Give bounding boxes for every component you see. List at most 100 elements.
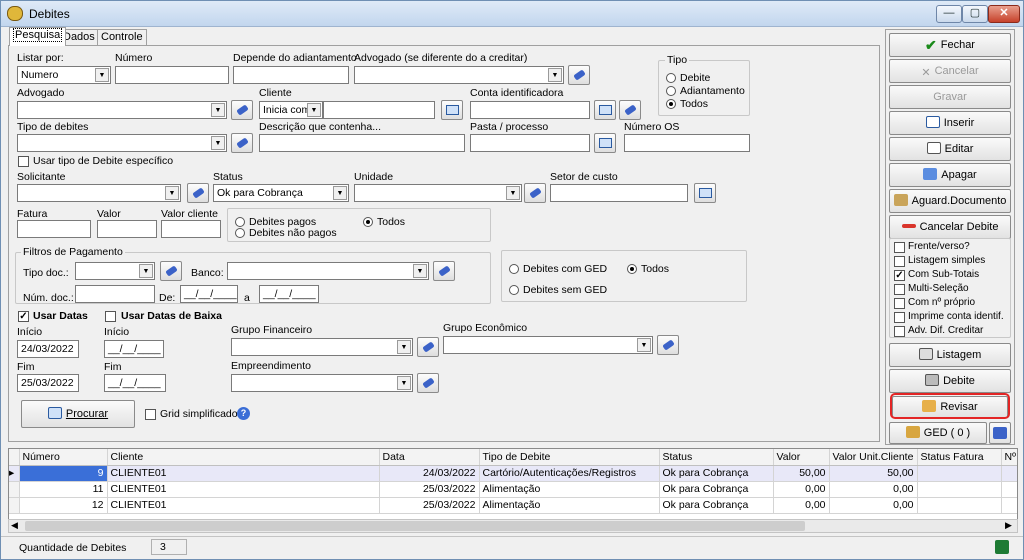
adv-dif-checkbox[interactable]	[894, 326, 905, 337]
cliente-input[interactable]	[323, 101, 435, 119]
ged-button[interactable]: GED ( 0 )	[889, 422, 987, 444]
scroll-thumb[interactable]	[25, 521, 805, 531]
nao-pagos-radio[interactable]	[235, 228, 245, 238]
procurar-button[interactable]: Procurar	[21, 400, 135, 428]
col-valor[interactable]: Valor	[773, 449, 830, 466]
data-a-input[interactable]: __/__/____	[259, 285, 319, 303]
descricao-input[interactable]	[259, 134, 465, 152]
depende-input[interactable]	[233, 66, 349, 84]
col-n[interactable]: Nº	[1001, 449, 1017, 466]
imprime-conta-checkbox[interactable]	[894, 312, 905, 323]
sem-ged-radio[interactable]	[509, 285, 519, 295]
advogado-select[interactable]: ▼	[17, 101, 227, 119]
multi-selecao-checkbox[interactable]	[894, 284, 905, 295]
usar-datas-checkbox[interactable]: ✓	[18, 311, 29, 322]
table-row[interactable]: 11 CLIENTE01 25/03/2022 Alimentação Ok p…	[9, 481, 1017, 498]
close-button[interactable]: ✕	[988, 5, 1020, 23]
col-status-fatura[interactable]: Status Fatura	[917, 449, 1002, 466]
ged-todos-radio[interactable]	[627, 264, 637, 274]
banco-select[interactable]: ▼	[227, 262, 429, 280]
apagar-button[interactable]: Apagar	[889, 163, 1011, 187]
print-icon[interactable]	[989, 422, 1011, 444]
usar-baixa-checkbox[interactable]	[105, 311, 116, 322]
tipo-debite-radio[interactable]	[666, 73, 676, 83]
horizontal-scrollbar[interactable]: ◀ ▶	[8, 519, 1018, 533]
fechar-button[interactable]: ✔ Fechar	[889, 33, 1011, 57]
eraser-icon[interactable]	[231, 100, 253, 120]
eraser-icon[interactable]	[524, 183, 546, 203]
col-numero[interactable]: Número	[19, 449, 108, 466]
col-tipo[interactable]: Tipo de Debite	[479, 449, 660, 466]
help-icon[interactable]: ?	[237, 407, 250, 420]
aguard-documento-button[interactable]: Aguard.Documento	[889, 189, 1011, 213]
status-select[interactable]: Ok para Cobrança ▼	[213, 184, 349, 202]
lookup-icon[interactable]	[694, 183, 716, 203]
listagem-simples-checkbox[interactable]	[894, 256, 905, 267]
cancelar-debite-button[interactable]: Cancelar Debite	[889, 215, 1011, 239]
conta-input[interactable]	[470, 101, 590, 119]
data-de-input[interactable]: __/__/____	[180, 285, 238, 303]
com-ged-radio[interactable]	[509, 264, 519, 274]
grupo-eco-select[interactable]: ▼	[443, 336, 653, 354]
grupo-fin-select[interactable]: ▼	[231, 338, 413, 356]
listar-por-select[interactable]: Numero ▼	[17, 66, 111, 84]
editar-button[interactable]: Editar	[889, 137, 1011, 161]
valor-input[interactable]	[97, 220, 157, 238]
valor-cliente-input[interactable]	[161, 220, 221, 238]
eraser-icon[interactable]	[417, 337, 439, 357]
tab-controle[interactable]: Controle	[97, 29, 147, 45]
sub-totais-checkbox[interactable]: ✓	[894, 270, 905, 281]
eraser-icon[interactable]	[433, 261, 455, 281]
inicio-baixa-input[interactable]: __/__/____	[104, 340, 164, 358]
eraser-icon[interactable]	[568, 65, 590, 85]
lookup-icon[interactable]	[594, 133, 616, 153]
eraser-icon[interactable]	[657, 335, 679, 355]
unidade-select[interactable]: ▼	[354, 184, 522, 202]
empreendimento-select[interactable]: ▼	[231, 374, 413, 392]
numero-proprio-checkbox[interactable]	[894, 298, 905, 309]
numero-os-input[interactable]	[624, 134, 750, 152]
eraser-icon[interactable]	[231, 133, 253, 153]
grid-simplificado-checkbox[interactable]	[145, 409, 156, 420]
cancelar-button[interactable]: ✕ Cancelar	[889, 59, 1011, 83]
excel-icon[interactable]	[995, 540, 1009, 554]
numero-input[interactable]	[115, 66, 229, 84]
eraser-icon[interactable]	[160, 261, 182, 281]
tipo-todos-radio[interactable]	[666, 99, 676, 109]
maximize-button[interactable]: ▢	[962, 5, 988, 23]
num-doc-input[interactable]	[75, 285, 155, 303]
solicitante-select[interactable]: ▼	[17, 184, 181, 202]
listagem-button[interactable]: Listagem	[889, 343, 1011, 367]
lookup-icon[interactable]	[441, 100, 463, 120]
advogado-dif-select[interactable]: ▼	[354, 66, 564, 84]
tipo-adiantamento-radio[interactable]	[666, 86, 676, 96]
inserir-button[interactable]: Inserir	[889, 111, 1011, 135]
table-row[interactable]: 12 CLIENTE01 25/03/2022 Alimentação Ok p…	[9, 497, 1017, 514]
fim-input[interactable]: 25/03/2022	[17, 374, 79, 392]
scroll-left-icon[interactable]: ◀	[11, 520, 18, 531]
pagos-todos-radio[interactable]	[363, 217, 373, 227]
debites-grid[interactable]: Número Cliente Data Tipo de Debite Statu…	[8, 448, 1018, 520]
gravar-button[interactable]: Gravar	[889, 85, 1011, 109]
tipo-doc-select[interactable]: ▼	[75, 262, 155, 280]
lookup-icon[interactable]	[594, 100, 616, 120]
cliente-mode-select[interactable]: Inicia com ▼	[259, 101, 323, 119]
tab-pesquisa[interactable]: Pesquisa	[9, 27, 67, 46]
col-valor-unit[interactable]: Valor Unit.Cliente	[829, 449, 918, 466]
col-data[interactable]: Data	[379, 449, 480, 466]
eraser-icon[interactable]	[619, 100, 641, 120]
usar-tipo-checkbox[interactable]	[18, 156, 29, 167]
eraser-icon[interactable]	[187, 183, 209, 203]
debite-button[interactable]: Debite	[889, 369, 1011, 393]
frente-verso-checkbox[interactable]	[894, 242, 905, 253]
pasta-input[interactable]	[470, 134, 590, 152]
minimize-button[interactable]: —	[936, 5, 962, 23]
table-row[interactable]: ▸ 9 CLIENTE01 24/03/2022 Cartório/Autent…	[9, 465, 1017, 482]
inicio-input[interactable]: 24/03/2022	[17, 340, 79, 358]
scroll-right-icon[interactable]: ▶	[1005, 520, 1012, 531]
fatura-input[interactable]	[17, 220, 91, 238]
fim-baixa-input[interactable]: __/__/____	[104, 374, 166, 392]
eraser-icon[interactable]	[417, 373, 439, 393]
col-cliente[interactable]: Cliente	[107, 449, 380, 466]
tipo-debites-select[interactable]: ▼	[17, 134, 227, 152]
